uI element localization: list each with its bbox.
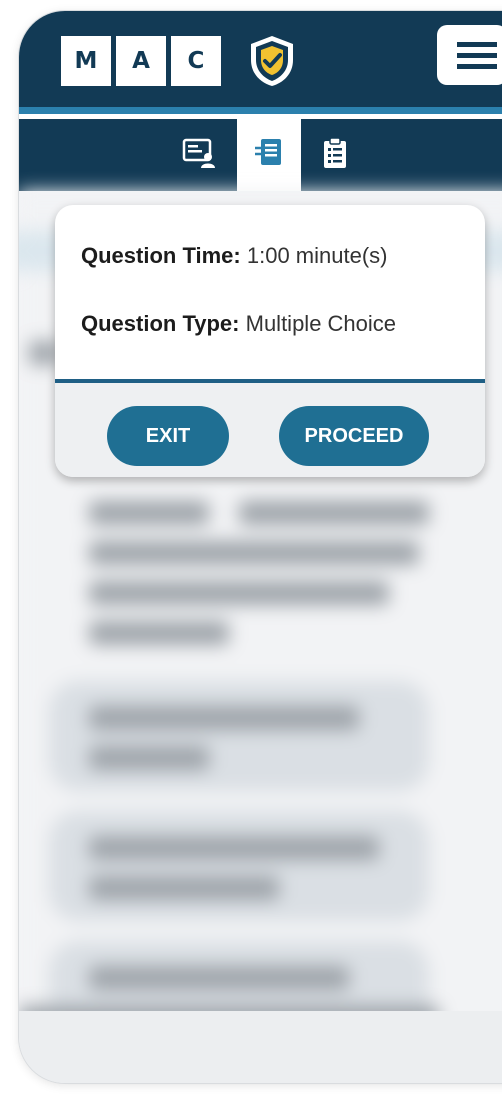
question-info-modal: Question Time: 1:00 minute(s) Question T… <box>55 205 485 477</box>
logo-letter-a: A <box>116 36 166 86</box>
bottom-bar <box>19 1011 502 1083</box>
question-time-row: Question Time: 1:00 minute(s) <box>81 243 387 269</box>
logo-letter-m: M <box>61 36 111 86</box>
phone-frame: M A C Question Time: 1:00 minute(s) Ques… <box>19 11 502 1083</box>
question-type-value: Multiple Choice <box>245 311 397 336</box>
tab-checklist[interactable] <box>303 119 367 191</box>
modal-footer: EXIT PROCEED <box>55 383 485 477</box>
question-time-value: 1:00 minute(s) <box>246 243 388 268</box>
shield-check-icon <box>247 34 297 88</box>
tab-questions[interactable] <box>237 119 301 191</box>
app-header: M A C <box>19 11 502 107</box>
question-type-label: Question Type: <box>81 311 240 336</box>
logo: M A C <box>61 36 221 86</box>
logo-letter-c: C <box>171 36 221 86</box>
tab-bar <box>19 119 502 191</box>
question-time-label: Question Time: <box>81 243 241 268</box>
profile-card-icon <box>182 137 216 174</box>
clipboard-checklist-icon <box>321 136 349 175</box>
question-type-row: Question Type: Multiple Choice <box>81 311 396 337</box>
proceed-button[interactable]: PROCEED <box>279 406 429 466</box>
tab-profile[interactable] <box>167 119 231 191</box>
hamburger-menu-icon[interactable] <box>437 25 502 85</box>
exit-button[interactable]: EXIT <box>107 406 229 466</box>
document-list-icon <box>252 136 286 175</box>
header-accent-stripe <box>19 107 502 114</box>
